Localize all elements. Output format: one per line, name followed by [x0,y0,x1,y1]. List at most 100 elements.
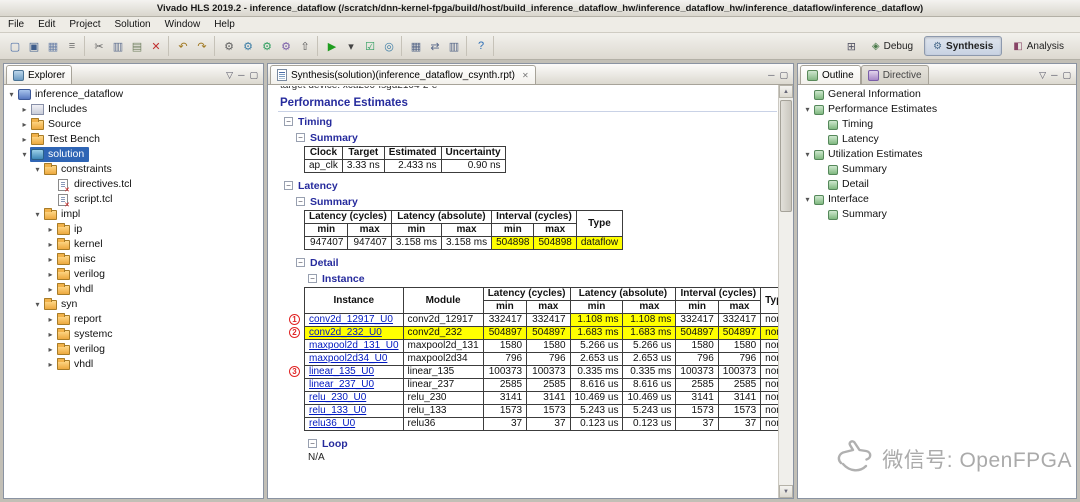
tree-item-syn[interactable]: ▾syn [4,297,263,312]
save-icon[interactable]: ▣ [25,37,43,55]
tree-item-systemc[interactable]: ▸systemc [4,327,263,342]
run-menu-icon[interactable]: ▾ [342,37,360,55]
tree-expand-icon[interactable]: ▸ [45,330,56,339]
instance-link-linear-237-u0[interactable]: linear_237_U0 [309,379,374,390]
project-settings-icon[interactable]: ⚙ [220,37,238,55]
outline-item-performance-estimates[interactable]: ▾Performance Estimates [798,102,1076,117]
tree-collapse-icon[interactable]: ▾ [32,300,43,309]
instance-link-maxpool2d-131-u0[interactable]: maxpool2d_131_U0 [309,340,399,351]
tree-expand-icon[interactable]: ▸ [45,285,56,294]
outline-item-summary[interactable]: Summary [798,207,1076,222]
menu-file[interactable]: File [1,17,31,32]
explorer-tab[interactable]: Explorer [6,65,72,84]
tree-item-inference-dataflow[interactable]: ▾inference_dataflow [4,87,263,102]
maximize-icon[interactable]: ▢ [779,70,788,80]
tree-item-test-bench[interactable]: ▸Test Bench [4,132,263,147]
analysis-viewer-icon[interactable]: ▥ [445,37,463,55]
close-tab-icon[interactable]: ✕ [522,71,529,80]
scroll-up-icon[interactable]: ▲ [779,85,793,98]
tree-item-vhdl[interactable]: ▸vhdl [4,282,263,297]
tree-expand-icon[interactable]: ▸ [19,135,30,144]
outline-item-timing[interactable]: Timing [798,117,1076,132]
tree-item-kernel[interactable]: ▸kernel [4,237,263,252]
tree-item-verilog[interactable]: ▸verilog [4,342,263,357]
tree-expand-icon[interactable]: ▸ [45,255,56,264]
tree-collapse-icon[interactable]: ▾ [6,90,17,99]
tree-expand-icon[interactable]: ▸ [19,105,30,114]
new-wizard-icon[interactable]: ▢ [6,37,24,55]
run-solution-icon[interactable]: ▶ [323,37,341,55]
copy-icon[interactable]: ▥ [109,37,127,55]
tree-item-misc[interactable]: ▸misc [4,252,263,267]
minimize-icon[interactable]: ─ [768,70,774,80]
tree-collapse-icon[interactable]: ▾ [32,210,43,219]
instance-link-conv2d-12917-u0[interactable]: conv2d_12917_U0 [309,314,393,325]
instance-link-linear-135-u0[interactable]: linear_135_U0 [309,366,374,377]
maximize-icon[interactable]: ▢ [1062,70,1071,80]
tree-item-directives-tcl[interactable]: directives.tcl [4,177,263,192]
print-icon[interactable]: ≡ [63,37,81,55]
redo-icon[interactable]: ↷ [193,37,211,55]
collapse-loop-icon[interactable]: − [308,439,317,448]
instance-link-relu36-u0[interactable]: relu36_U0 [309,418,355,429]
save-all-icon[interactable]: ▦ [44,37,62,55]
menu-solution[interactable]: Solution [107,17,157,32]
tree-item-vhdl[interactable]: ▸vhdl [4,357,263,372]
tree-expand-icon[interactable]: ▸ [45,360,56,369]
open-perspective-icon[interactable]: ⊞ [847,40,856,53]
tree-item-source[interactable]: ▸Source [4,117,263,132]
view-menu-icon[interactable]: ▽ [226,70,233,80]
minimize-icon[interactable]: ─ [1051,70,1057,80]
collapse-summary-icon[interactable]: − [296,133,305,142]
editor-scrollbar[interactable]: ▲ ▼ [778,85,793,498]
instance-link-conv2d-232-u0[interactable]: conv2d_232_U0 [309,327,382,338]
perspective-synthesis[interactable]: ⚙Synthesis [924,36,1002,56]
tree-item-ip[interactable]: ▸ip [4,222,263,237]
tree-collapse-icon[interactable]: ▾ [32,165,43,174]
open-report-icon[interactable]: ▦ [407,37,425,55]
tree-expand-icon[interactable]: ▸ [19,120,30,129]
tree-collapse-icon[interactable]: ▾ [802,195,813,204]
outline-item-detail[interactable]: Detail [798,177,1076,192]
tree-expand-icon[interactable]: ▸ [45,270,56,279]
scrollbar-thumb[interactable] [780,100,792,212]
collapse-timing-icon[interactable]: − [284,117,293,126]
tree-collapse-icon[interactable]: ▾ [19,150,30,159]
compare-reports-icon[interactable]: ⇄ [426,37,444,55]
tree-item-script-tcl[interactable]: script.tcl [4,192,263,207]
minimize-icon[interactable]: ─ [238,70,244,80]
help-icon[interactable]: ? [472,37,490,55]
tree-item-report[interactable]: ▸report [4,312,263,327]
tree-expand-icon[interactable]: ▸ [45,345,56,354]
tree-item-includes[interactable]: ▸Includes [4,102,263,117]
outline-item-interface[interactable]: ▾Interface [798,192,1076,207]
tab-outline[interactable]: Outline [800,65,861,84]
collapse-instance-icon[interactable]: − [308,274,317,283]
view-menu-icon[interactable]: ▽ [1039,70,1046,80]
outline-item-summary[interactable]: Summary [798,162,1076,177]
target-device-icon[interactable]: ◎ [380,37,398,55]
collapse-summary-icon[interactable]: − [296,197,305,206]
tree-expand-icon[interactable]: ▸ [45,240,56,249]
undo-icon[interactable]: ↶ [174,37,192,55]
tree-item-constraints[interactable]: ▾constraints [4,162,263,177]
instance-link-relu-230-u0[interactable]: relu_230_U0 [309,392,366,403]
validate-icon[interactable]: ☑ [361,37,379,55]
tree-item-impl[interactable]: ▾impl [4,207,263,222]
tab-directive[interactable]: Directive [861,65,929,84]
tree-item-solution[interactable]: ▾solution [4,147,263,162]
collapse-detail-icon[interactable]: − [296,258,305,267]
run-c-simulation-icon[interactable]: ⚙ [239,37,257,55]
editor-tab[interactable]: Synthesis(solution)(inference_dataflow_c… [270,65,536,84]
instance-link-maxpool2d34-u0[interactable]: maxpool2d34_U0 [309,353,387,364]
run-c-synthesis-icon[interactable]: ⚙ [258,37,276,55]
outline-item-utilization-estimates[interactable]: ▾Utilization Estimates [798,147,1076,162]
delete-icon[interactable]: ✕ [147,37,165,55]
export-rtl-icon[interactable]: ⇧ [296,37,314,55]
run-cosimulation-icon[interactable]: ⚙ [277,37,295,55]
outline-item-latency[interactable]: Latency [798,132,1076,147]
menu-project[interactable]: Project [62,17,107,32]
maximize-icon[interactable]: ▢ [249,70,258,80]
instance-link-relu-133-u0[interactable]: relu_133_U0 [309,405,366,416]
cut-icon[interactable]: ✂ [90,37,108,55]
